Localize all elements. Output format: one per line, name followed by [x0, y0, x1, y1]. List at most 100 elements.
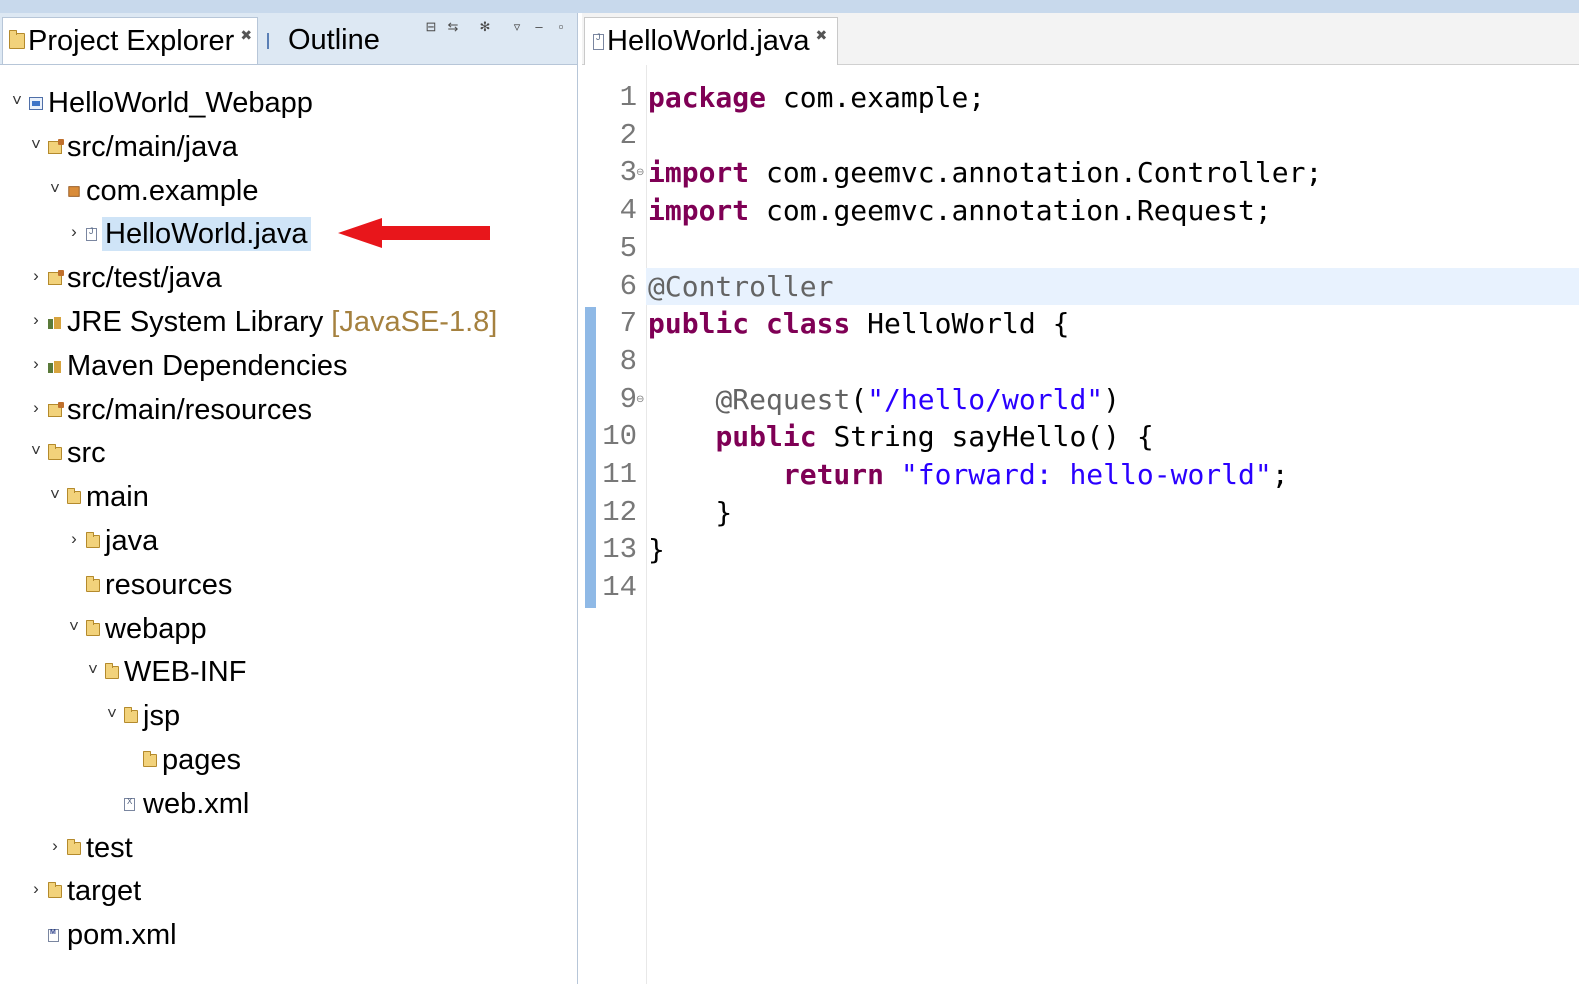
tree-item-label: WEB-INF [124, 656, 247, 689]
tree-item[interactable]: pages [0, 740, 577, 780]
chevron-down-icon[interactable]: ˅ [29, 135, 43, 155]
tree-item[interactable]: › java [0, 521, 577, 561]
code-line[interactable]: 11 return "forward: hello-world"; [582, 456, 1579, 493]
code-token: String sayHello() { [816, 420, 1154, 454]
tree-item[interactable]: › Maven Dependencies [0, 346, 577, 386]
code-line[interactable]: 5 [582, 230, 1579, 267]
tree-item[interactable]: › src/test/java [0, 258, 577, 298]
keyword-token: package [648, 81, 767, 114]
tree-item-label: src [67, 437, 106, 470]
code-line[interactable]: 6 @Controller [582, 268, 1579, 305]
code-line[interactable]: 13} [582, 531, 1579, 568]
tree-item[interactable]: ˅ src/main/java [0, 127, 577, 167]
tree-item[interactable]: ˅ com.example [0, 171, 577, 211]
tree-item[interactable]: ˅ webapp [0, 609, 577, 649]
close-icon[interactable]: ✖ [240, 27, 252, 44]
tree-item-label: test [86, 831, 133, 864]
tab-outline[interactable]: Outline [261, 17, 385, 64]
tree-item[interactable]: › test [0, 828, 577, 868]
tree-item-label: src/test/java [67, 262, 222, 295]
chevron-right-icon[interactable]: › [29, 354, 43, 374]
focus-icon[interactable]: ✻ [478, 20, 492, 34]
chevron-down-icon[interactable]: ˅ [86, 660, 100, 680]
chevron-down-icon[interactable]: ˅ [105, 704, 119, 724]
line-number: 8 [619, 344, 637, 378]
tab-helloworld-java[interactable]: HelloWorld.java ✖ [584, 17, 838, 65]
chevron-down-icon[interactable]: ˅ [48, 179, 62, 199]
tree-item[interactable]: pom.xml [0, 915, 577, 955]
source-folder-icon [48, 401, 64, 417]
code-line[interactable]: 10 public String sayHello() { [582, 418, 1579, 455]
chevron-down-icon[interactable]: ˅ [48, 485, 62, 505]
chevron-down-icon[interactable]: ˅ [29, 441, 43, 461]
chevron-right-icon[interactable]: › [29, 879, 43, 899]
chevron-right-icon[interactable]: › [29, 398, 43, 418]
tree-item[interactable]: › JRE System Library [JavaSE-1.8] [0, 302, 577, 342]
code-text: return "forward: hello-world"; [648, 456, 1289, 493]
maximize-icon[interactable]: ▫ [554, 20, 568, 34]
tree-item[interactable]: ˅ src [0, 433, 577, 473]
code-token: com.example; [766, 81, 986, 114]
tree-item-label: main [86, 481, 149, 514]
library-icon [48, 316, 62, 329]
tab-project-explorer[interactable]: Project Explorer ✖ [2, 17, 258, 64]
keyword-token: public [648, 307, 750, 341]
folder-icon [86, 575, 100, 592]
line-number: 13 [602, 533, 637, 567]
tree-item[interactable]: ˅ HelloWorld_Webapp [0, 83, 577, 123]
tree-item-label: com.example [86, 174, 259, 207]
tree-item[interactable]: ˅ main [0, 477, 577, 517]
minimize-icon[interactable]: – [532, 20, 546, 34]
project-explorer-view: Project Explorer ✖ Outline ⊟ ⇆ ✻ ▿ – ▫ ˅… [0, 13, 578, 984]
folder-icon [143, 751, 157, 767]
code-token: com.geemvc.annotation.Request; [749, 194, 1272, 228]
tree-item[interactable]: ˅ jsp [0, 696, 577, 736]
java-editor: HelloWorld.java ✖ 1 package com.example; 2… [582, 13, 1579, 984]
chevron-right-icon[interactable]: › [67, 222, 81, 242]
line-number: 9 [619, 382, 637, 416]
close-icon[interactable]: ✖ [816, 27, 828, 44]
java-file-icon [593, 32, 604, 50]
code-line[interactable]: 3 ⊖ import com.geemvc.annotation.Controlle… [582, 154, 1579, 191]
code-line[interactable]: 4 import com.geemvc.annotation.Request; [582, 192, 1579, 229]
tree-item[interactable]: ˅ WEB-INF [0, 652, 577, 692]
chevron-right-icon[interactable]: › [29, 310, 43, 330]
code-line[interactable]: 8 [582, 343, 1579, 380]
code-line[interactable]: 9 ⊖ @Request("/hello/world") [582, 381, 1579, 418]
code-text: @Controller [648, 268, 833, 305]
code-line[interactable]: 14 [582, 569, 1579, 606]
code-line[interactable]: 1 package com.example; [582, 79, 1579, 116]
pom-file-icon [48, 929, 59, 943]
fold-collapse-icon[interactable]: ⊖ [636, 381, 644, 418]
tree-item[interactable]: resources [0, 565, 577, 605]
code-line[interactable]: 12 } [582, 494, 1579, 531]
chevron-right-icon[interactable]: › [48, 836, 62, 856]
collapse-all-icon[interactable]: ⊟ [424, 20, 438, 34]
folder-icon [86, 619, 100, 636]
explorer-view-header: Project Explorer ✖ Outline ⊟ ⇆ ✻ ▿ – ▫ [0, 13, 577, 65]
chevron-right-icon[interactable]: › [29, 266, 43, 286]
tree-item[interactable]: web.xml [0, 784, 577, 824]
editor-tab-bar: HelloWorld.java ✖ [582, 13, 1579, 65]
chevron-down-icon[interactable]: ˅ [10, 91, 24, 111]
package-icon [68, 185, 80, 197]
tree-item-label: webapp [105, 612, 207, 645]
tree-item[interactable]: › src/main/resources [0, 390, 577, 430]
chevron-down-icon[interactable]: ˅ [67, 617, 81, 637]
code-text: package com.example; [648, 79, 985, 116]
code-line[interactable]: 7 public class HelloWorld { [582, 305, 1579, 342]
tree-item[interactable]: › target [0, 871, 577, 911]
view-menu-icon[interactable]: ▿ [510, 20, 524, 34]
tree-item-label: java [105, 525, 159, 557]
fold-collapse-icon[interactable]: ⊖ [636, 154, 644, 191]
link-with-editor-icon[interactable]: ⇆ [446, 20, 460, 34]
chevron-right-icon[interactable]: › [67, 529, 81, 549]
tree-item-label: resources [105, 568, 233, 601]
tree-item-label: JRE System Library [JavaSE-1.8] [67, 306, 498, 338]
code-token: HelloWorld { [850, 307, 1070, 341]
string-token: "forward: hello-world" [900, 458, 1272, 491]
line-number: 4 [619, 194, 637, 228]
tree-item[interactable]: › HelloWorld.java [0, 214, 577, 254]
code-line[interactable]: 2 [582, 117, 1579, 154]
